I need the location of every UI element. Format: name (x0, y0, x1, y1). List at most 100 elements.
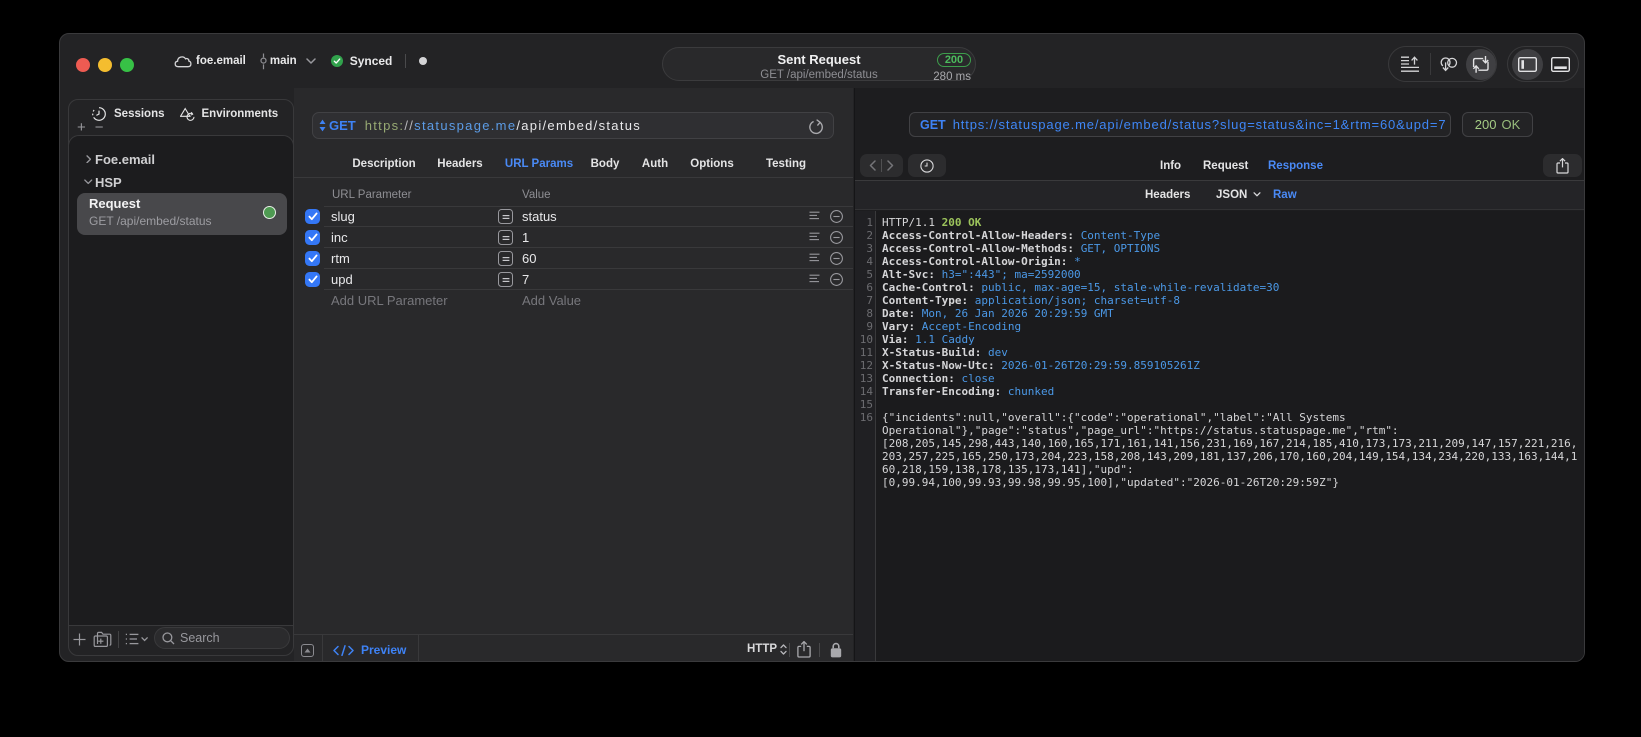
param-options-icon[interactable] (809, 211, 820, 221)
response-line: 60,218,159,138,178,135,173,141],"upd": (855, 463, 1584, 476)
param-options-icon[interactable] (809, 253, 820, 263)
sent-request-status-pill[interactable]: Sent Request GET /api/embed/status 200 2… (662, 47, 976, 83)
remove-param-button[interactable] (830, 231, 843, 245)
param-key[interactable]: slug (331, 209, 355, 224)
branch-selector[interactable]: main (260, 53, 316, 70)
search-field[interactable]: Search (154, 627, 290, 649)
toggle-sidebar-button[interactable] (1512, 48, 1543, 80)
param-checkbox[interactable] (305, 230, 320, 246)
add-request-button[interactable] (73, 624, 86, 655)
add-session-button[interactable]: + (77, 120, 86, 135)
param-key[interactable]: rtm (331, 251, 350, 266)
remove-param-button[interactable] (830, 252, 843, 266)
tab-url-params[interactable]: URL Params (505, 158, 573, 170)
pull-button[interactable] (1435, 49, 1465, 80)
tab-request[interactable]: Request (1203, 160, 1248, 172)
add-value-field[interactable]: Add Value (522, 293, 581, 308)
sync-status[interactable]: Synced (330, 54, 392, 68)
chevron-down-icon (305, 58, 316, 64)
line-number: 3 (866, 242, 873, 255)
param-key[interactable]: upd (331, 272, 353, 287)
equals-icon (498, 272, 513, 288)
add-parameter-field[interactable]: Add URL Parameter (331, 293, 448, 308)
resend-request-button[interactable] (807, 118, 825, 136)
export-response-button[interactable] (1543, 154, 1582, 177)
refresh-icon (809, 118, 823, 134)
tab-response[interactable]: Response (1268, 160, 1323, 172)
request-status-dot (263, 205, 276, 219)
param-checkbox[interactable] (305, 209, 320, 225)
protocol-selector[interactable]: HTTP (747, 643, 777, 655)
footer-divider (322, 635, 323, 661)
param-options-icon[interactable] (809, 232, 820, 242)
equals-icon (498, 251, 513, 267)
subtab-headers[interactable]: Headers (1145, 189, 1190, 201)
tab-info[interactable]: Info (1160, 160, 1181, 172)
response-raw-view[interactable]: 1 HTTP/1.1 200 OK 2 Access-Control-Allow-He… (855, 211, 1584, 661)
tree-item-foe-email[interactable]: Foe.email (69, 149, 293, 169)
param-key[interactable]: inc (331, 230, 348, 245)
publish-list-icon (1401, 55, 1419, 72)
sort-options-button[interactable] (125, 624, 151, 655)
tab-environments[interactable]: Environments (179, 107, 278, 122)
sync-button[interactable] (1466, 48, 1497, 80)
sessions-tree: Foe.email HSP Request GET /api/embed/sta… (68, 135, 294, 626)
subtab-json-label: JSON (1216, 189, 1248, 201)
pill-title: Sent Request (777, 52, 861, 67)
line-number: 1 (866, 216, 873, 229)
publish-button[interactable] (1395, 49, 1425, 80)
lock-icon[interactable] (830, 642, 842, 658)
subtab-json[interactable]: JSON (1216, 189, 1261, 201)
param-value[interactable]: 60 (522, 251, 536, 266)
param-checkbox[interactable] (305, 272, 320, 288)
sidebar-footer: Search (69, 624, 293, 655)
request-url-field[interactable]: GET https://statuspage.me/api/embed/stat… (312, 112, 834, 139)
tab-body[interactable]: Body (591, 158, 620, 170)
tab-options[interactable]: Options (690, 158, 733, 170)
request-url[interactable]: https://statuspage.me/api/embed/status (365, 118, 641, 133)
tab-auth[interactable]: Auth (642, 158, 668, 170)
app-window: foe.email main Synced Sent Request GET /… (59, 33, 1585, 662)
history-button[interactable] (908, 154, 946, 177)
project-name[interactable]: foe.email (196, 55, 246, 67)
tab-description[interactable]: Description (352, 158, 415, 170)
param-value[interactable]: 7 (522, 272, 529, 287)
search-icon (162, 631, 175, 644)
method-stepper-icon[interactable] (319, 119, 326, 132)
zoom-window-button[interactable] (120, 58, 134, 72)
close-window-button[interactable] (76, 58, 90, 72)
response-line: 5 Alt-Svc: h3=":443"; ma=2592000 (855, 268, 1584, 281)
param-value[interactable]: status (522, 209, 557, 224)
sent-request-url-box[interactable]: GET https://statuspage.me/api/embed/stat… (909, 112, 1451, 137)
new-folder-button[interactable] (93, 624, 112, 655)
back-icon[interactable] (869, 160, 876, 171)
remove-param-button[interactable] (830, 273, 843, 287)
collapse-panel-button[interactable] (301, 644, 314, 657)
tree-item-hsp[interactable]: HSP (69, 172, 293, 192)
toggle-bottom-panel-button[interactable] (1545, 49, 1576, 80)
remove-session-button[interactable]: − (95, 120, 104, 135)
tab-testing[interactable]: Testing (766, 158, 806, 170)
activity-dot (419, 57, 428, 65)
line-number: 2 (866, 229, 873, 242)
response-line: 6 Cache-Control: public, max-age=15, stal… (855, 281, 1584, 294)
line-number (855, 463, 873, 476)
tab-headers[interactable]: Headers (437, 158, 482, 170)
subtab-raw[interactable]: Raw (1273, 189, 1297, 201)
request-list-item[interactable]: Request GET /api/embed/status (77, 193, 287, 235)
minimize-window-button[interactable] (98, 58, 112, 72)
remove-param-button[interactable] (830, 210, 843, 224)
response-line: [0,99.94,100,99.93,99.98,99.95,100],"upd… (855, 476, 1584, 489)
response-line: 1 HTTP/1.1 200 OK (855, 216, 1584, 229)
response-line: 12 X-Status-Now-Utc: 2026-01-26T20:29:59.… (855, 359, 1584, 372)
share-request-button[interactable] (797, 641, 811, 658)
url-path: /api/embed/status (516, 118, 642, 133)
titlebar: foe.email main Synced Sent Request GET /… (60, 34, 1584, 88)
param-value[interactable]: 1 (522, 230, 529, 245)
preview-button[interactable]: Preview (333, 643, 406, 657)
param-row-slug: slug status (294, 206, 853, 228)
param-options-icon[interactable] (809, 274, 820, 284)
forward-icon[interactable] (887, 160, 894, 171)
param-checkbox[interactable] (305, 251, 320, 267)
line-number: 11 (859, 346, 873, 359)
